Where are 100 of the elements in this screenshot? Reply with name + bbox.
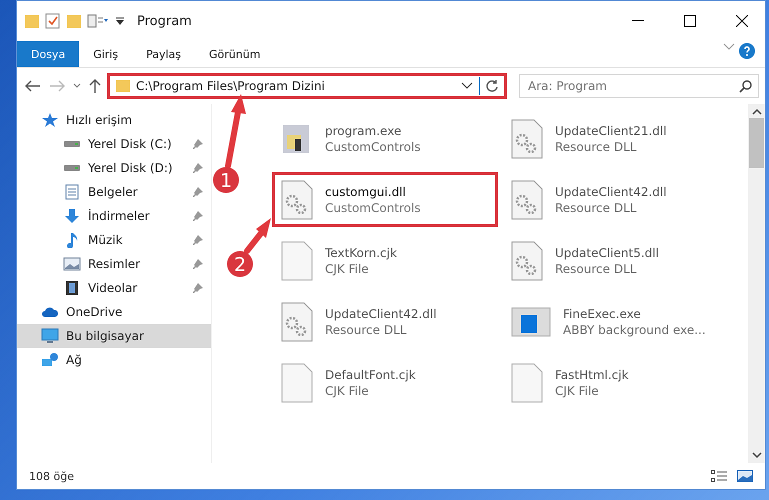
back-button[interactable] <box>23 78 43 94</box>
back-arrow-icon <box>25 80 41 92</box>
sidebar-item[interactable]: Belgeler <box>17 180 211 204</box>
scrollbar[interactable] <box>748 104 765 463</box>
file-item[interactable]: FastHtml.cjk CJK File <box>502 355 728 410</box>
scroll-up-icon <box>752 108 762 116</box>
gear-file-icon <box>281 302 313 342</box>
search-box[interactable]: Ara: Program <box>519 74 759 98</box>
sidebar-item[interactable]: Yerel Disk (C:) <box>17 132 211 156</box>
file-type: ABBY background exe... <box>563 322 706 336</box>
picture-icon <box>63 256 81 272</box>
sidebar-item[interactable]: Resimler <box>17 252 211 276</box>
star-icon <box>41 112 59 128</box>
pin-icon <box>193 187 203 197</box>
gear-file-icon <box>511 118 543 158</box>
ribbon-tab[interactable]: Giriş <box>79 41 132 67</box>
scroll-down-icon <box>752 451 762 459</box>
view-options-icon[interactable] <box>87 14 109 28</box>
blank-file-icon <box>511 362 543 402</box>
file-item[interactable]: UpdateClient21.dll Resource DLL <box>502 111 728 166</box>
file-item[interactable]: program.exe CustomControls <box>272 111 498 166</box>
chevron-down-icon <box>461 82 473 90</box>
pin-icon <box>193 235 203 245</box>
file-type: CustomControls <box>325 140 421 154</box>
window-title: Program <box>137 14 192 28</box>
step-number-badge: 1 <box>213 167 239 193</box>
file-type: Resource DLL <box>555 200 638 214</box>
gear-file-icon <box>511 240 543 280</box>
step-number-badge: 2 <box>227 251 253 277</box>
ribbon-tab[interactable]: Paylaş <box>132 41 195 67</box>
network-icon <box>41 352 59 368</box>
file-type: Resource DLL <box>555 262 638 276</box>
scrollbar-thumb[interactable] <box>749 118 764 168</box>
file-type: CJK File <box>555 384 600 398</box>
annotation-arrow <box>244 218 271 254</box>
up-arrow-icon <box>89 79 101 93</box>
sidebar-item[interactable]: Hızlı erişim <box>17 108 211 132</box>
file-item[interactable]: TextKorn.cjk CJK File <box>272 233 498 288</box>
file-name: DefaultFont.cjk <box>325 368 416 382</box>
address-field[interactable]: C:\Program Files\Program Dizini <box>107 73 507 99</box>
file-name: program.exe <box>325 124 402 138</box>
chevron-down-icon <box>723 43 735 51</box>
sidebar-item[interactable]: Müzik <box>17 228 211 252</box>
sidebar-item[interactable]: OneDrive <box>17 300 211 324</box>
sidebar-item[interactable]: Bu bilgisayar <box>17 324 211 348</box>
blank-file-icon <box>281 240 313 280</box>
drive-icon <box>63 164 81 172</box>
file-name: customgui.dll <box>325 184 407 198</box>
pin-icon <box>193 139 203 149</box>
help-icon <box>739 43 755 59</box>
file-item[interactable]: UpdateClient42.dll Resource DLL <box>502 172 728 227</box>
blank-file-icon <box>281 362 313 402</box>
close-icon <box>736 15 748 27</box>
thumbnail-view-icon[interactable] <box>737 470 753 482</box>
pin-icon <box>193 211 203 221</box>
film-icon <box>63 280 81 296</box>
details-view-icon[interactable] <box>711 470 727 482</box>
file-type: CJK File <box>325 262 370 276</box>
folder-icon <box>116 79 130 93</box>
file-type: Resource DLL <box>555 140 638 154</box>
folder-icon <box>25 13 39 29</box>
file-name: FineExec.exe <box>563 306 642 320</box>
file-name: FastHtml.cjk <box>555 368 629 382</box>
file-type: Resource DLL <box>325 322 408 336</box>
file-item[interactable]: FineExec.exe ABBY background exe... <box>502 294 728 349</box>
properties-icon[interactable] <box>45 13 61 29</box>
ribbon-tab[interactable]: Görünüm <box>195 41 274 67</box>
pin-icon <box>193 163 203 173</box>
sidebar-item[interactable]: Ağ <box>17 348 211 372</box>
gear-file-icon <box>281 180 313 220</box>
file-item[interactable]: UpdateClient5.dll Resource DLL <box>502 233 728 288</box>
sidebar-item[interactable]: İndirmeler <box>17 204 211 228</box>
caret-icon <box>73 83 81 89</box>
item-count: 108 öğe <box>29 470 74 482</box>
file-name: UpdateClient42.dll <box>325 306 437 320</box>
document-icon <box>63 184 81 200</box>
customize-caret-icon[interactable] <box>115 16 125 26</box>
monitor-icon <box>41 328 59 344</box>
file-name: UpdateClient21.dll <box>555 124 667 138</box>
forward-arrow-icon <box>49 80 65 92</box>
refresh-icon <box>485 79 499 93</box>
ribbon-tab[interactable]: Dosya <box>17 41 80 67</box>
file-item[interactable]: UpdateClient42.dll Resource DLL <box>272 294 498 349</box>
file-name: UpdateClient5.dll <box>555 246 659 260</box>
file-name: TextKorn.cjk <box>325 246 397 260</box>
search-icon <box>739 80 752 92</box>
file-type: CJK File <box>325 384 370 398</box>
file-item[interactable]: customgui.dll CustomControls <box>272 172 498 227</box>
drive-icon <box>63 140 81 148</box>
pin-icon <box>193 259 203 269</box>
gear-file-icon <box>511 180 543 220</box>
download-icon <box>63 208 81 224</box>
file-name: UpdateClient42.dll <box>555 184 667 198</box>
minimize-icon <box>632 20 644 22</box>
sidebar-item[interactable]: Yerel Disk (D:) <box>17 156 211 180</box>
up-button[interactable] <box>87 77 103 95</box>
file-item[interactable]: DefaultFont.cjk CJK File <box>272 355 498 410</box>
sidebar-item[interactable]: Videolar <box>17 276 211 300</box>
file-type: CustomControls <box>325 200 421 214</box>
pin-icon <box>193 283 203 293</box>
